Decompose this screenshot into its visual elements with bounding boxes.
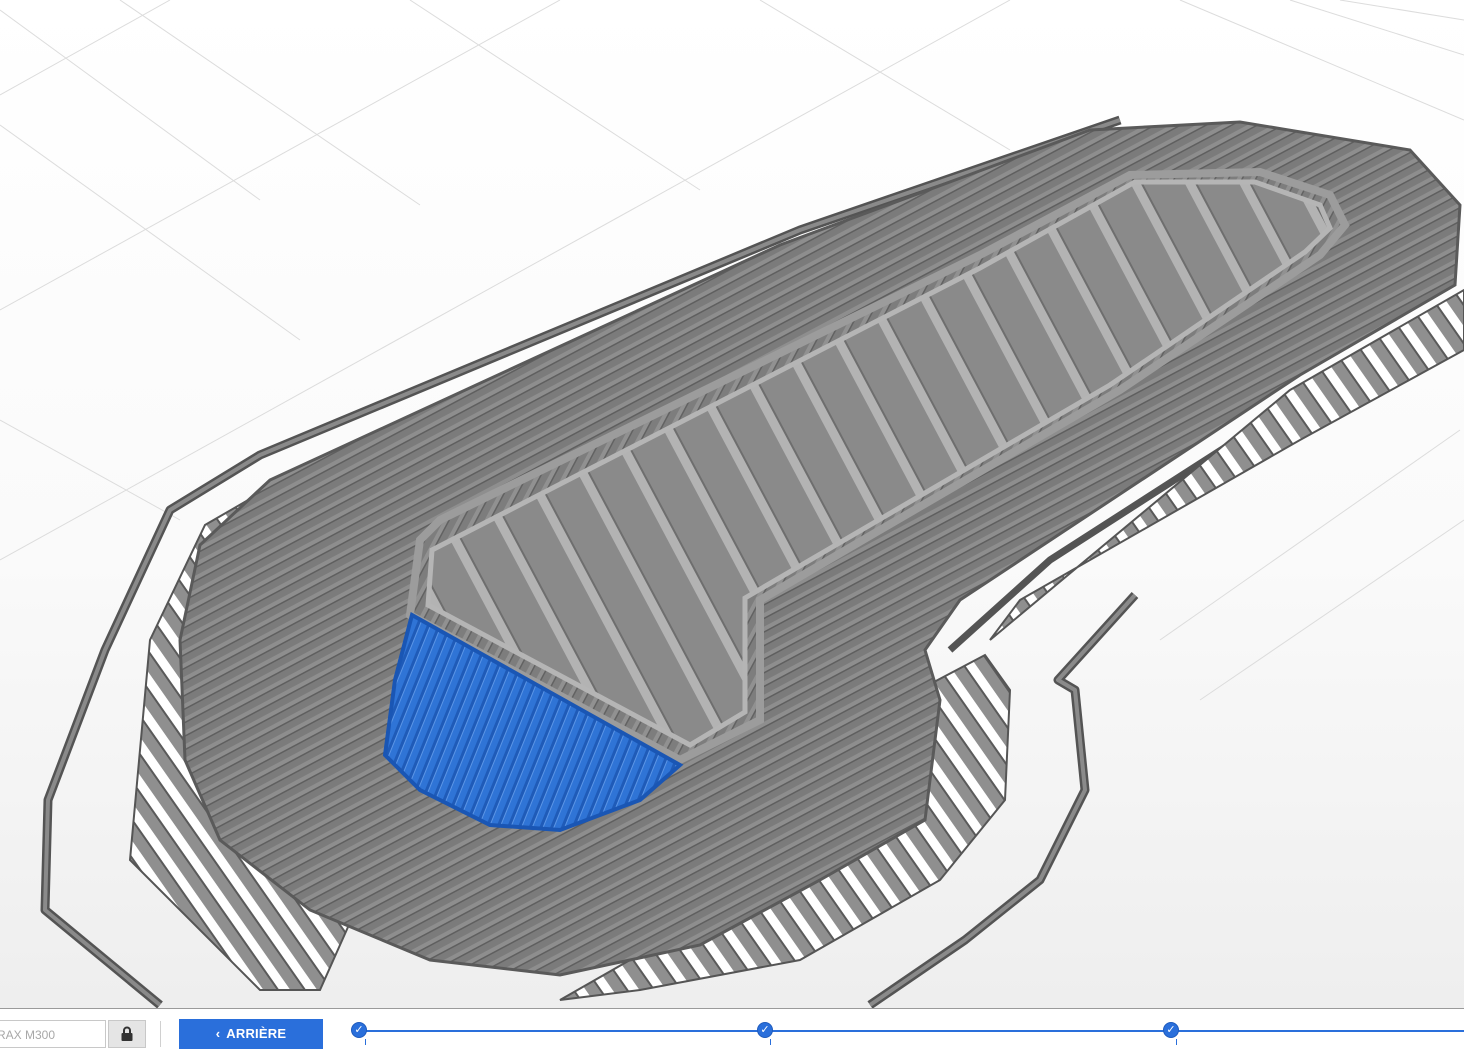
step-2-check-icon[interactable]: ✓ [757,1022,773,1038]
3d-viewport[interactable] [0,0,1464,1008]
toolbar-divider [160,1021,161,1047]
progress-track [358,1030,1464,1032]
step-3-check-icon[interactable]: ✓ [1163,1022,1179,1038]
step-marker [365,1039,366,1045]
step-1-check-icon[interactable]: ✓ [351,1022,367,1038]
lock-icon [121,1026,133,1041]
back-button-label: ARRIÈRE [226,1026,287,1041]
step-marker [770,1039,771,1045]
toolpath-scene[interactable] [0,0,1464,1008]
step-marker [1176,1039,1177,1045]
chevron-left-icon: ‹ [215,1026,221,1041]
back-button[interactable]: ‹ ARRIÈRE [179,1019,323,1049]
bottom-toolbar: RAX M300 ‹ ARRIÈRE ✓ ✓ ✓ [0,1008,1464,1049]
